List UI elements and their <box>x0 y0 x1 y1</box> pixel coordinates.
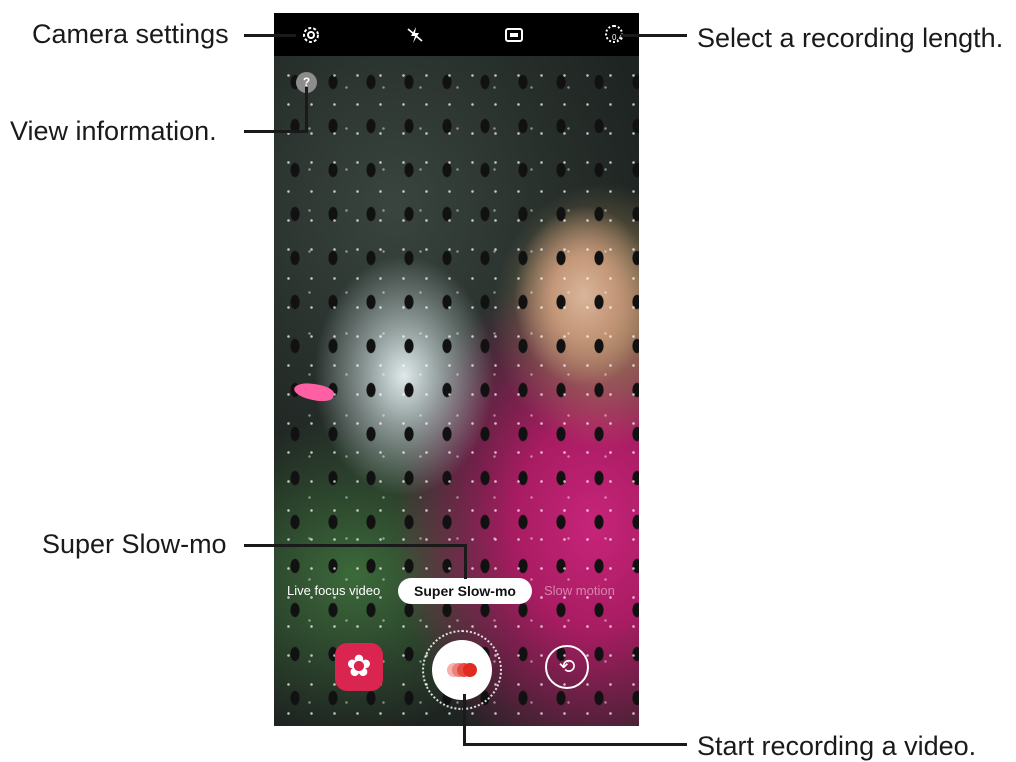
switch-camera-button[interactable]: ⟲ <box>545 645 589 689</box>
callout-start-recording: Start recording a video. <box>697 731 977 761</box>
callout-camera-settings: Camera settings <box>32 19 229 49</box>
leader-view-info-v <box>305 87 308 133</box>
leader-recording-length <box>621 34 687 37</box>
leader-record-v <box>463 694 466 746</box>
leader-slow-mo-v <box>464 544 467 579</box>
record-button[interactable] <box>432 640 492 700</box>
mode-selector: Live focus video Super Slow-mo Slow moti… <box>274 578 639 604</box>
mode-super-slow-mo[interactable]: Super Slow-mo <box>398 578 532 604</box>
aspect-ratio-icon[interactable] <box>502 23 526 47</box>
leader-camera-settings <box>244 34 296 37</box>
camera-viewfinder[interactable]: ? Live focus video Super Slow-mo Slow mo… <box>274 56 639 726</box>
ratio-frame <box>505 28 523 42</box>
leader-view-info-h <box>244 130 308 133</box>
gear-icon[interactable] <box>299 23 323 47</box>
mode-slow-motion[interactable]: Slow motion <box>544 578 615 604</box>
camera-top-bar: 0.4 <box>274 13 639 56</box>
record-dot <box>463 663 477 677</box>
callout-view-information: View information. <box>10 116 217 146</box>
callout-recording-length: Select a recording length. <box>697 23 1004 53</box>
flash-off-icon[interactable] <box>403 23 427 47</box>
balloon-fragment <box>292 380 336 404</box>
mode-live-focus-video[interactable]: Live focus video <box>287 578 380 604</box>
leader-slow-mo-h <box>244 544 467 547</box>
callout-super-slow-mo: Super Slow-mo <box>42 529 227 559</box>
leader-record-h <box>463 743 687 746</box>
bixby-vision-button[interactable]: ✿ <box>335 643 383 691</box>
camera-screen: ? Live focus video Super Slow-mo Slow mo… <box>274 13 639 726</box>
